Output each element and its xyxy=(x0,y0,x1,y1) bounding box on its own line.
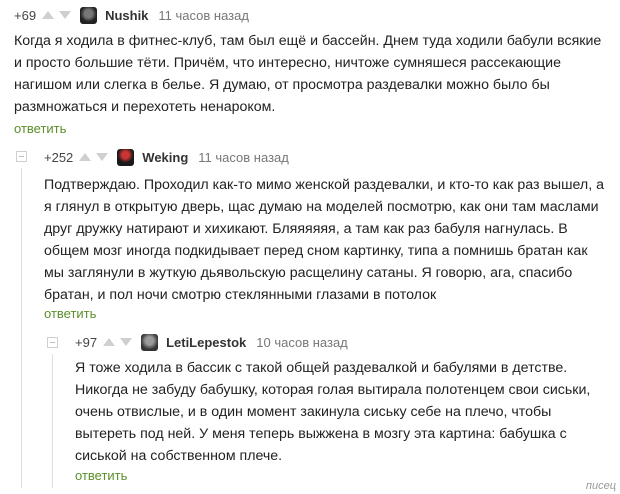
reply-link[interactable]: ответить xyxy=(75,468,127,483)
reply-link[interactable]: ответить xyxy=(14,121,66,136)
watermark-text: писец xyxy=(585,480,616,492)
comment-meta: +252 Weking 11 часов назад xyxy=(44,148,289,166)
collapse-toggle-icon[interactable] xyxy=(16,151,27,162)
timestamp[interactable]: 11 часов назад xyxy=(158,8,249,23)
thread-line[interactable] xyxy=(21,168,22,488)
timestamp[interactable]: 11 часов назад xyxy=(198,150,289,165)
rating: +69 xyxy=(14,7,37,23)
author-name[interactable]: Nushik xyxy=(105,8,148,23)
author-name[interactable]: LetiLepestok xyxy=(166,335,246,350)
upvote-arrow-icon[interactable] xyxy=(42,11,55,19)
timestamp[interactable]: 10 часов назад xyxy=(256,335,348,350)
comment-meta: +97 LetiLepestok 10 часов назад xyxy=(75,333,348,351)
comment-text: Когда я ходила в фитнес-клуб, там был ещ… xyxy=(14,33,602,115)
downvote-arrow-icon[interactable] xyxy=(120,338,133,346)
avatar[interactable] xyxy=(141,333,159,351)
downvote-arrow-icon[interactable] xyxy=(96,153,109,161)
reply-link[interactable]: ответить xyxy=(44,306,96,321)
upvote-arrow-icon[interactable] xyxy=(103,338,116,346)
avatar[interactable] xyxy=(80,6,98,24)
comment-text: Я тоже ходила в бассик с такой общей раз… xyxy=(75,360,591,464)
author-name[interactable]: Weking xyxy=(142,150,188,165)
avatar[interactable] xyxy=(117,148,135,166)
downvote-arrow-icon[interactable] xyxy=(59,11,72,19)
rating: +252 xyxy=(44,149,74,165)
upvote-arrow-icon[interactable] xyxy=(79,153,92,161)
comment-text: Подтверждаю. Проходил как-то мимо женско… xyxy=(44,177,604,303)
comment-meta: +69 Nushik 11 часов назад xyxy=(14,6,249,24)
rating: +97 xyxy=(75,334,98,350)
collapse-toggle-icon[interactable] xyxy=(47,337,58,348)
thread-line[interactable] xyxy=(52,354,53,488)
